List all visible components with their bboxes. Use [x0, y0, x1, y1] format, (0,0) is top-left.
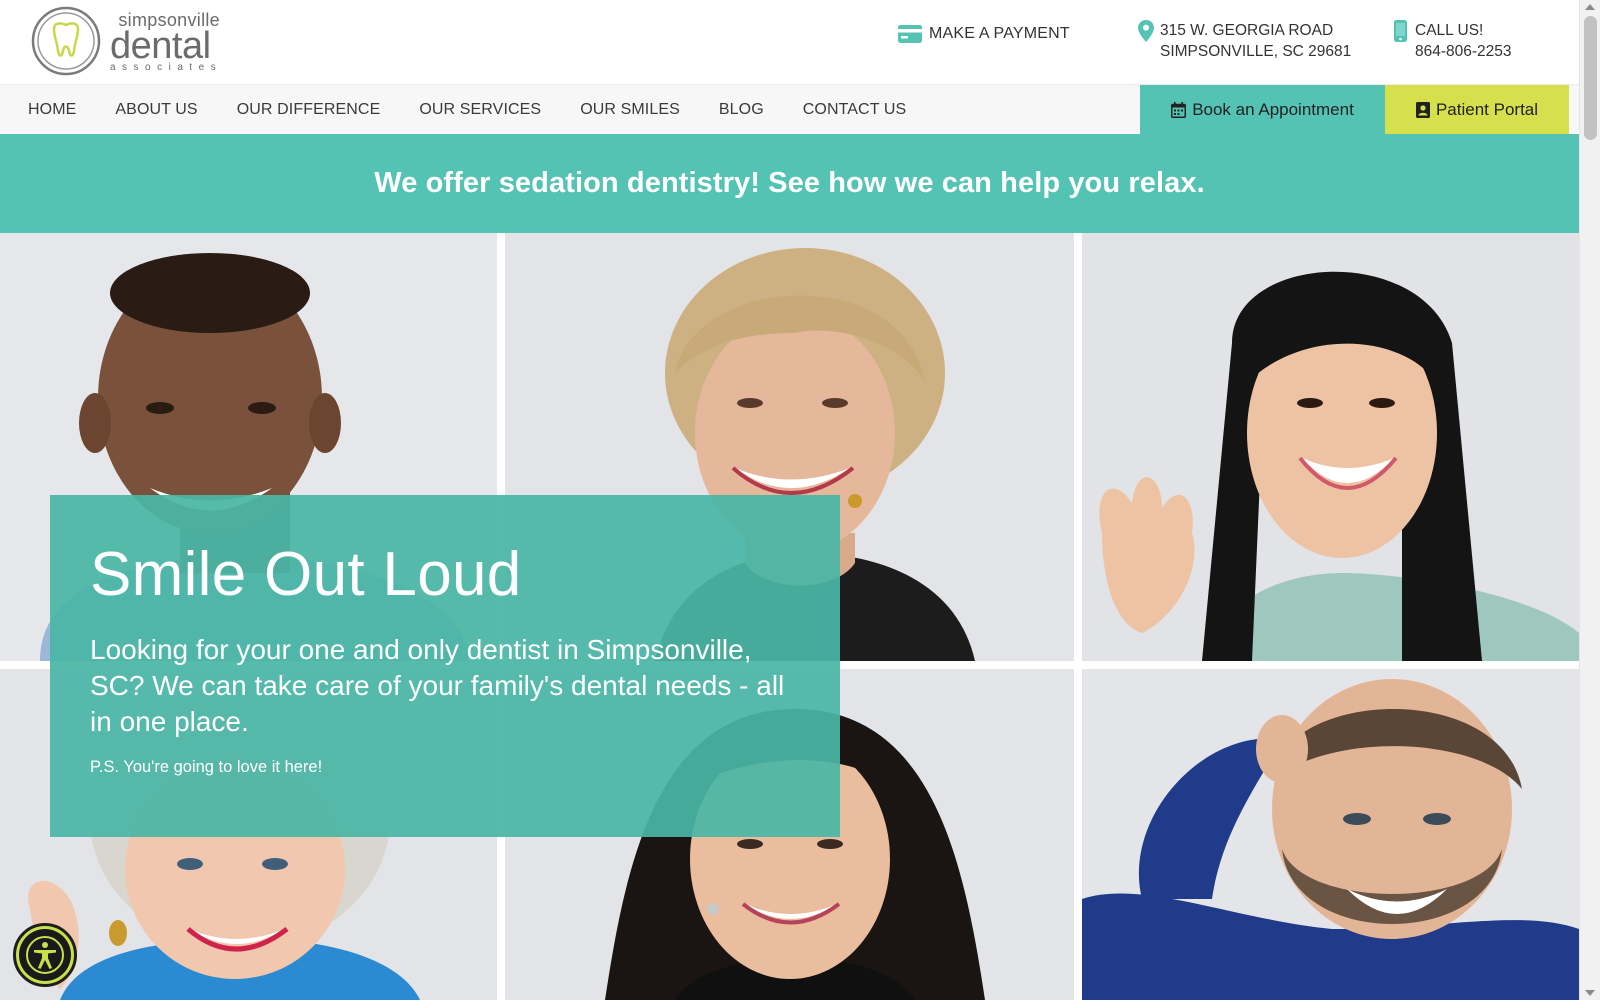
scrollbar-thumb[interactable] [1584, 16, 1597, 140]
scroll-up-arrow-icon[interactable] [1585, 4, 1595, 10]
nav-item-our-services[interactable]: OUR SERVICES [419, 101, 541, 119]
logo-line3: associates [110, 62, 223, 73]
main-nav: HOME ABOUT US OUR DIFFERENCE OUR SERVICE… [0, 84, 1579, 135]
book-appointment-button[interactable]: Book an Appointment [1140, 85, 1385, 135]
accessibility-icon-wrap [19, 929, 71, 981]
map-pin-icon [1138, 20, 1154, 42]
mobile-phone-icon [1394, 20, 1407, 42]
nav-menu: HOME ABOUT US OUR DIFFERENCE OUR SERVICE… [28, 85, 945, 135]
site-logo[interactable]: simpsonville dental associates [30, 5, 220, 77]
phone-number: 864-806-2253 [1415, 43, 1512, 60]
nav-item-our-smiles[interactable]: OUR SMILES [580, 101, 680, 119]
page-scrollbar[interactable] [1579, 0, 1600, 1000]
credit-card-icon [898, 25, 922, 43]
logo-line2: dental [110, 25, 211, 67]
user-badge-icon [1415, 102, 1430, 118]
nav-item-blog[interactable]: BLOG [719, 101, 764, 119]
address-line1: 315 W. GEORGIA ROAD [1160, 22, 1334, 39]
calendar-icon [1171, 102, 1187, 118]
nav-item-about-us[interactable]: ABOUT US [115, 101, 197, 119]
address-block[interactable]: 315 W. GEORGIA ROAD SIMPSONVILLE, SC 296… [1138, 20, 1351, 62]
nav-item-our-difference[interactable]: OUR DIFFERENCE [237, 101, 381, 119]
address-line2: SIMPSONVILLE, SC 29681 [1160, 43, 1352, 60]
scroll-down-arrow-icon[interactable] [1585, 990, 1595, 996]
photo-laughing-woman-waving [1082, 233, 1579, 661]
photo-laughing-bearded-man [1082, 669, 1579, 1000]
call-block[interactable]: CALL US! 864-806-2253 [1394, 20, 1512, 62]
make-payment-label: MAKE A PAYMENT [929, 25, 1070, 42]
promo-text: We offer sedation dentistry! See how we … [374, 167, 1205, 199]
hero-overlay-card: Smile Out Loud Looking for your one and … [50, 495, 840, 837]
patient-portal-label: Patient Portal [1435, 100, 1539, 119]
logo-wordmark: simpsonville dental associates [110, 11, 222, 73]
accessibility-button[interactable] [13, 923, 77, 987]
hero-title: Smile Out Loud [90, 540, 522, 609]
patient-portal-button[interactable]: Patient Portal [1385, 85, 1569, 135]
site-header: simpsonville dental associates MAKE A PA… [0, 0, 1579, 84]
hero-ps-note: P.S. You're going to love it here! [90, 758, 323, 777]
call-label: CALL US! [1415, 22, 1484, 39]
make-payment-link[interactable]: MAKE A PAYMENT [898, 24, 1070, 44]
nav-item-contact-us[interactable]: CONTACT US [803, 101, 907, 119]
accessibility-icon [26, 936, 64, 974]
sedation-promo-banner[interactable]: We offer sedation dentistry! See how we … [0, 134, 1579, 233]
tooth-logo-icon [31, 6, 101, 76]
hero-subtitle: Looking for your one and only dentist in… [90, 634, 785, 738]
book-appointment-label: Book an Appointment [1192, 100, 1354, 119]
nav-item-home[interactable]: HOME [28, 101, 76, 119]
